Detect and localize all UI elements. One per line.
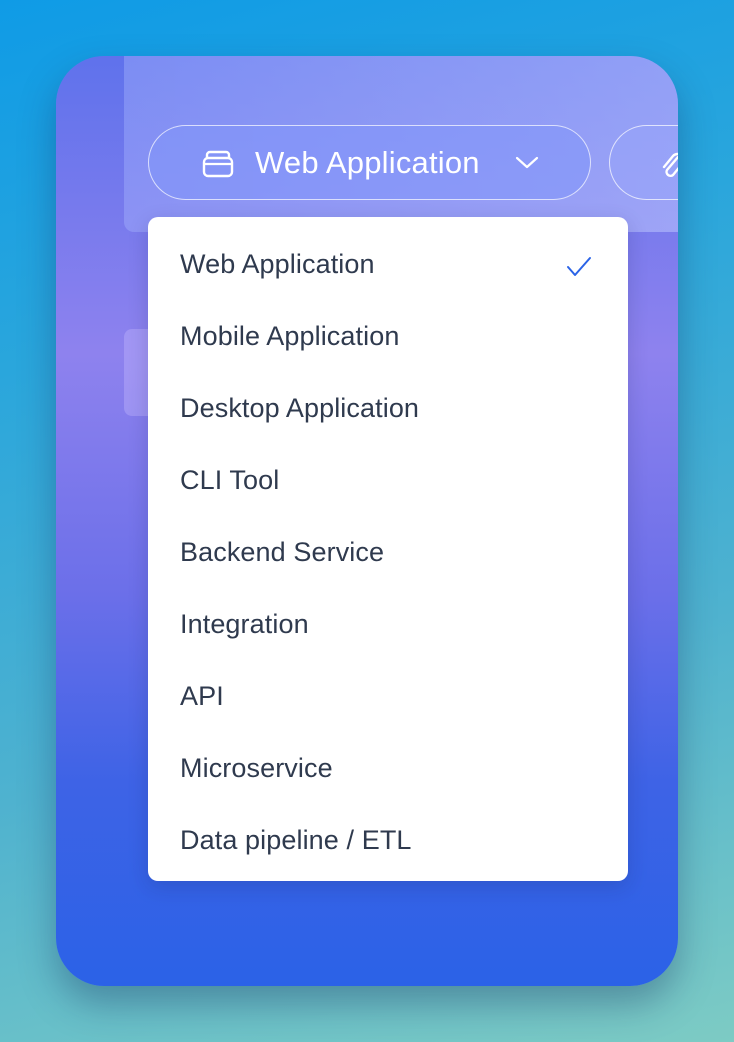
menu-item[interactable]: Mobile Application	[148, 296, 628, 368]
menu-item[interactable]: Microservice	[148, 728, 628, 800]
menu-item-label: Integration	[180, 609, 309, 639]
menu-item-label: Desktop Application	[180, 393, 420, 423]
menu-item[interactable]: Integration	[148, 584, 628, 656]
project-type-dropdown: Web Application Mobile Application Desktop…	[148, 217, 628, 881]
stack-box-icon	[202, 150, 234, 178]
menu-item[interactable]: Desktop Application	[148, 368, 628, 440]
checkmark-icon	[567, 257, 591, 276]
chevron-down-icon	[515, 156, 539, 169]
menu-item-label: Microservice	[180, 753, 333, 783]
menu-item[interactable]: CLI Tool	[148, 440, 628, 512]
menu-item-label: Data pipeline / ETL	[180, 825, 412, 855]
menu-item-label: CLI Tool	[180, 465, 280, 495]
project-type-selector[interactable]: Web Application	[148, 125, 591, 200]
menu-item-label: Backend Service	[180, 537, 385, 567]
menu-item-label: Mobile Application	[180, 321, 400, 351]
attachment-button[interactable]	[609, 125, 678, 200]
menu-item-label: API	[180, 681, 224, 711]
menu-item[interactable]: API	[148, 656, 628, 728]
project-type-label: Web Application	[255, 145, 480, 180]
menu-item[interactable]: Data pipeline / ETL	[148, 800, 628, 872]
menu-item[interactable]: Backend Service	[148, 512, 628, 584]
menu-item[interactable]: Web Application	[148, 224, 628, 296]
paperclip-icon	[662, 152, 678, 178]
menu-item-label: Web Application	[180, 249, 375, 279]
